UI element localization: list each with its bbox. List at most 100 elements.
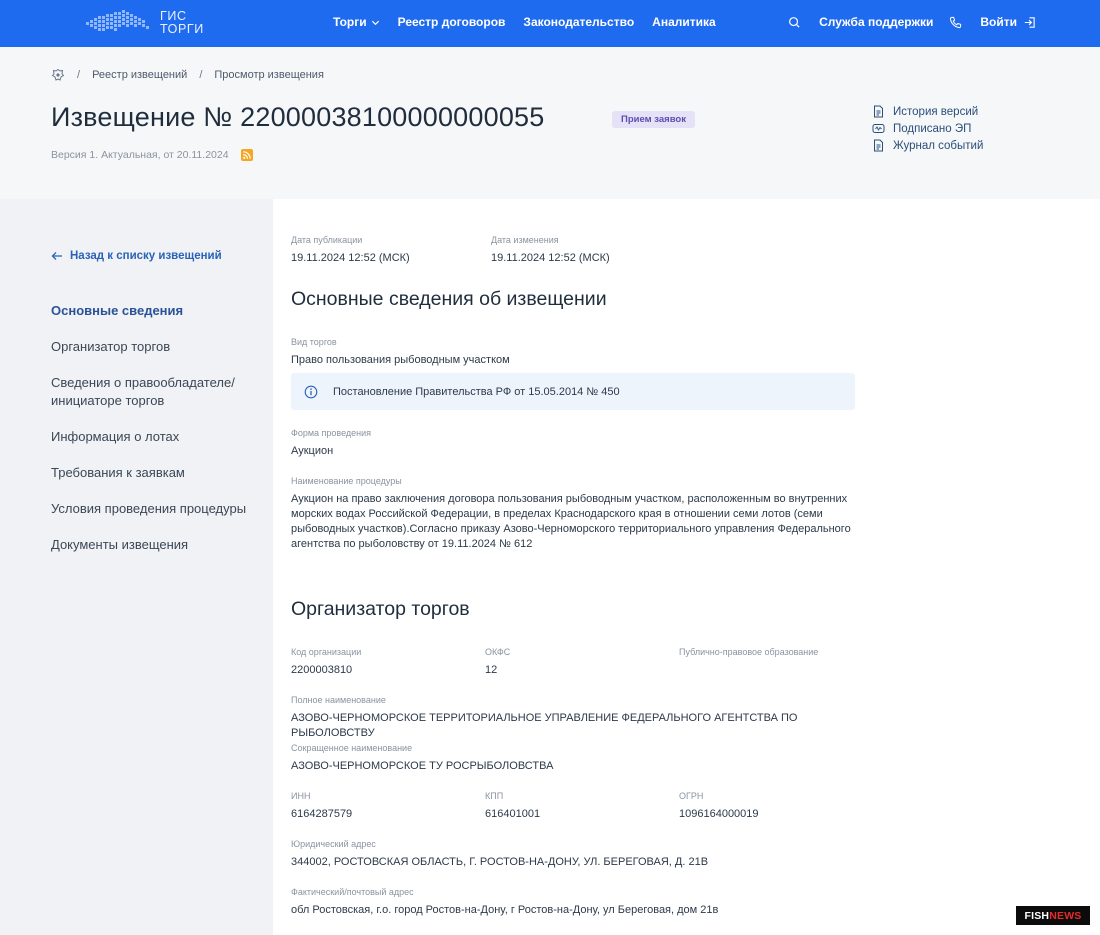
logo-wordmark: ГИС ТОРГИ [160,10,204,36]
info-icon [304,385,318,398]
nav-item-contracts-registry[interactable]: Реестр договоров [398,15,506,29]
nav-item-label: Торги [333,15,367,29]
breadcrumb: / Реестр извещений / Просмотр извещения [51,68,324,82]
top-navigation-bar: ГИС ТОРГИ Торги Реестр договоров Законод… [0,0,1100,47]
inn-field: ИНН 6164287579 [291,791,352,822]
support-link[interactable]: Служба поддержки [819,15,933,29]
field-label: ОГРН [679,791,704,801]
section-sidebar: Назад к списку извещений Основные сведен… [0,199,273,935]
field-label: Дата изменения [491,235,559,245]
breadcrumb-notices-registry[interactable]: Реестр извещений [92,69,187,81]
ogrn-field: ОГРН 1096164000019 [679,791,759,822]
signed-ep-link[interactable]: Подписано ЭП [872,120,983,137]
field-value: 19.11.2024 12:52 (МСК) [491,252,610,264]
field-value: Аукцион на право заключения договора пол… [291,493,851,550]
breadcrumb-separator: / [199,69,203,81]
gis-torgi-logo[interactable]: ГИС ТОРГИ [84,6,214,40]
login-icon[interactable] [1023,16,1036,29]
nav-item-torgi[interactable]: Торги [333,15,380,29]
form-field: Форма проведения Аукцион [291,428,371,459]
field-value: 1096164000019 [679,808,759,820]
field-value: 2200003810 [291,664,353,676]
postal-address-field: Фактический/почтовый адрес обл Ростовска… [291,887,718,918]
version-text: Версия 1. Актуальная, от 20.11.2024 [51,149,229,161]
section-nav: Основные сведения Организатор торгов Све… [51,302,261,572]
notice-actions: История версий Подписано ЭП Журнал событ… [872,103,983,154]
field-label: Сокращенное наименование [291,743,413,753]
top-right-actions: Служба поддержки Войти [788,15,1036,29]
sidebar-item-conditions[interactable]: Условия проведения процедуры [51,500,261,518]
page-title: Извещение № 22000038100000000055 [51,102,545,132]
section-title-basic-info: Основные сведения об извещении [291,288,607,310]
field-label: ОКФС [485,647,511,657]
phone-icon[interactable] [949,16,962,29]
signed-ep-label: Подписано ЭП [893,122,972,135]
modification-date-field: Дата изменения 19.11.2024 12:52 (МСК) [491,235,610,266]
russia-map-logo-icon [86,10,149,31]
section-title-organizer: Организатор торгов [291,598,470,620]
login-button[interactable]: Войти [980,15,1017,29]
field-label: Форма проведения [291,428,372,438]
field-value: обл Ростовская, г.о. город Ростов-на-Дон… [291,904,719,916]
field-value: АЗОВО-ЧЕРНОМОРСКОЕ ТУ РОСРЫБОЛОВСТВА [291,760,554,772]
version-history-label: История версий [893,105,979,118]
breadcrumb-view-notice: Просмотр извещения [214,69,324,81]
nav-item-label: Законодательство [523,15,635,29]
field-label: Публично-правовое образование [679,647,819,657]
field-value: АЗОВО-ЧЕРНОМОРСКОЕ ТЕРРИТОРИАЛЬНОЕ УПРАВ… [291,712,798,739]
watermark-part-2: NEWS [1049,909,1082,922]
sidebar-item-rightholder[interactable]: Сведения о правообладателе/ инициаторе т… [51,374,261,410]
field-label: Юридический адрес [291,839,376,849]
sidebar-item-organizer[interactable]: Организатор торгов [51,338,261,356]
main-nav: Торги Реестр договоров Законодательство … [333,15,734,29]
breadcrumb-separator: / [77,69,81,81]
field-label: Наименование процедуры [291,476,402,486]
full-name-field: Полное наименование АЗОВО-ЧЕРНОМОРСКОЕ Т… [291,695,861,741]
nav-item-analytics[interactable]: Аналитика [652,15,716,29]
sidebar-item-requirements[interactable]: Требования к заявкам [51,464,261,482]
document-icon [874,105,883,118]
notice-header: / Реестр извещений / Просмотр извещения … [0,47,1100,199]
rss-icon[interactable] [240,149,253,161]
field-label: Фактический/почтовый адрес [291,887,414,897]
status-badge: Прием заявок [612,111,695,128]
kpp-field: КПП 616401001 [485,791,540,822]
nav-item-label: Реестр договоров [397,15,506,29]
short-name-field: Сокращенное наименование АЗОВО-ЧЕРНОМОРС… [291,743,553,774]
search-icon[interactable] [788,16,801,29]
field-value: 12 [485,664,498,676]
sidebar-item-basic-info[interactable]: Основные сведения [51,302,261,320]
event-log-link[interactable]: Журнал событий [872,137,983,154]
event-log-label: Журнал событий [893,139,984,152]
back-to-list-link[interactable]: Назад к списку извещений [51,250,222,262]
sidebar-item-lots[interactable]: Информация о лотах [51,428,261,446]
field-value: Право пользования рыбоводным участком [291,354,510,366]
org-code-field: Код организации 2200003810 [291,647,361,678]
trade-type-field: Вид торгов Право пользования рыбоводным … [291,337,510,368]
regulation-info-box: Постановление Правительства РФ от 15.05.… [291,373,855,410]
version-info: Версия 1. Актуальная, от 20.11.2024 [51,149,253,161]
field-value: 19.11.2024 12:52 (МСК) [291,252,410,264]
field-label: Код организации [291,647,362,657]
public-entity-field: Публично-правовое образование [679,647,818,658]
procedure-name-field: Наименование процедуры Аукцион на право … [291,476,856,552]
sidebar-item-documents[interactable]: Документы извещения [51,536,261,554]
legal-address-field: Юридический адрес 344002, РОСТОВСКАЯ ОБЛ… [291,839,708,870]
field-label: Дата публикации [291,235,363,245]
okfs-field: ОКФС 12 [485,647,510,678]
document-icon [874,139,883,152]
field-value: Аукцион [291,445,334,457]
back-label: Назад к списку извещений [70,250,222,262]
signature-icon [872,124,885,133]
field-value: 6164287579 [291,808,353,820]
coat-of-arms-home-icon[interactable] [51,68,65,82]
publication-date-field: Дата публикации 19.11.2024 12:52 (МСК) [291,235,410,266]
logo-line-2: ТОРГИ [160,22,204,36]
nav-item-legislation[interactable]: Законодательство [523,15,634,29]
regulation-text: Постановление Правительства РФ от 15.05.… [333,385,620,398]
version-history-link[interactable]: История версий [872,103,983,120]
chevron-down-icon [371,20,379,25]
field-value: 616401001 [485,808,541,820]
field-value: 344002, РОСТОВСКАЯ ОБЛАСТЬ, Г. РОСТОВ-НА… [291,856,709,868]
nav-item-label: Аналитика [652,15,716,29]
